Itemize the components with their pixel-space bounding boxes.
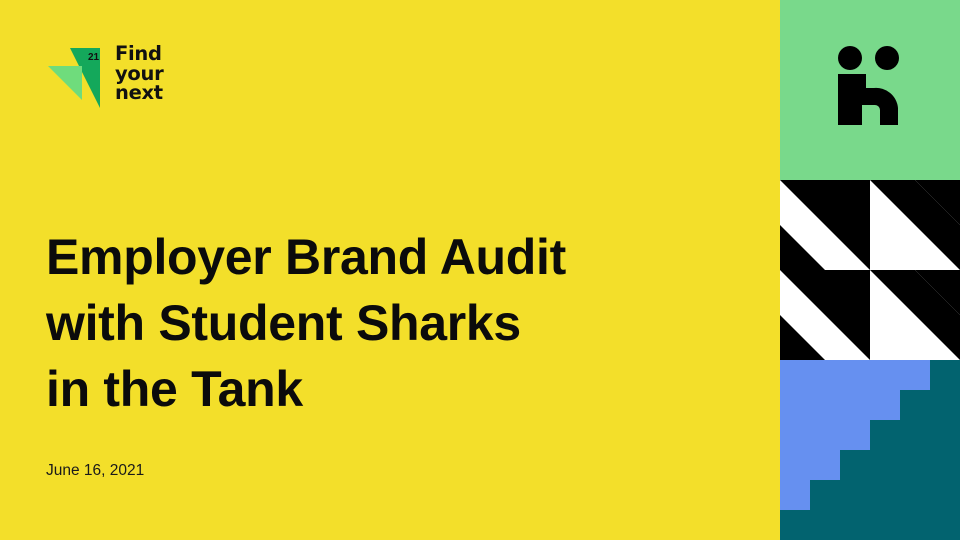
diagonal-checker-pattern: [780, 180, 960, 360]
find-your-next-logo: 21 Find your next: [48, 44, 208, 110]
logo-number: 21: [88, 52, 100, 63]
handshake-logo-icon: [838, 46, 899, 125]
title-line: Employer Brand Audit: [46, 229, 566, 285]
title-line: with Student Sharks: [46, 295, 521, 351]
slide-title: Employer Brand Audit with Student Sharks…: [46, 224, 746, 422]
slide-main-area: 21 Find your next Employer Brand Audit w…: [0, 0, 780, 540]
logo-line: next: [115, 81, 163, 104]
stairs-pattern-panel: [780, 360, 960, 540]
logo-wordmark: Find your next: [115, 42, 164, 104]
logo-line: Find: [115, 42, 162, 65]
title-line: in the Tank: [46, 361, 303, 417]
title-slide: 21 Find your next Employer Brand Audit w…: [0, 0, 960, 540]
stairs-pattern: [780, 360, 960, 540]
logo-triangle-icon: [48, 48, 100, 108]
checker-pattern-panel: [780, 180, 960, 360]
slide-date: June 16, 2021: [46, 462, 145, 479]
handshake-logo-panel: [780, 0, 960, 180]
